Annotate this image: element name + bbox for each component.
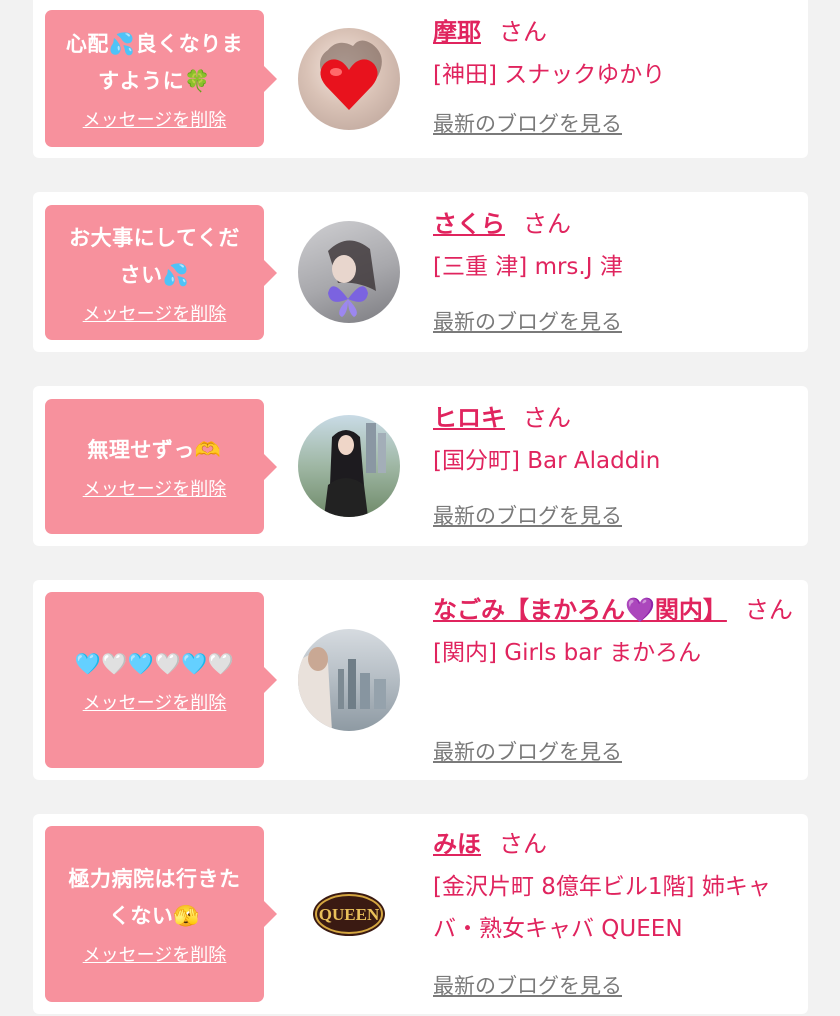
honorific: さん [499, 830, 547, 858]
message-text: 🩵🤍🩵🤍🩵🤍 [75, 646, 235, 683]
heart-sticker-icon [320, 40, 382, 110]
queen-logo-icon: QUEEN [313, 892, 385, 936]
message-line: すように🍀 [98, 68, 211, 93]
message-line: 🩵🤍🩵🤍🩵🤍 [74, 651, 235, 676]
shop-line: バ・熟女キャバ QUEEN [433, 916, 683, 942]
cast-name-link[interactable]: 摩耶 [433, 18, 481, 46]
message-bubble: 極力病院は行きた くない🫣 メッセージを削除 [45, 826, 277, 1002]
cast-name-link[interactable]: みほ [433, 830, 481, 858]
message-line: くない🫣 [108, 904, 201, 928]
shop-name: [三重 津] mrs.J 津 [433, 254, 623, 280]
shop-name: [国分町] Bar Aladdin [433, 448, 661, 474]
queen-logo-text: QUEEN [319, 905, 380, 924]
avatar[interactable] [298, 629, 400, 731]
honorific: さん [499, 18, 547, 46]
name-line: みほ さん [433, 824, 798, 864]
name-line: さくら さん [433, 204, 798, 244]
delete-message-link[interactable]: メッセージを削除 [83, 300, 227, 326]
avatar[interactable]: QUEEN [298, 863, 400, 965]
delete-message-link[interactable]: メッセージを削除 [83, 941, 227, 967]
avatar[interactable] [298, 28, 400, 130]
latest-blog-link[interactable]: 最新のブログを見る [433, 500, 622, 530]
butterfly-sticker-icon [328, 240, 376, 317]
message-card: 🩵🤍🩵🤍🩵🤍 メッセージを削除 なごみ【まかろん💜関内】 さん [関内] Girl… [33, 580, 808, 780]
cast-info: 摩耶 さん [神田] スナックゆかり 最新のブログを見る [433, 12, 798, 136]
shop-line: [金沢片町 8億年ビル1階] 姉キャ [433, 874, 771, 900]
cast-name-link[interactable]: ヒロキ [433, 404, 505, 432]
delete-message-link[interactable]: メッセージを削除 [83, 689, 227, 715]
message-line: 無理せずっ🫶 [87, 438, 222, 462]
cast-info: さくら さん [三重 津] mrs.J 津 最新のブログを見る [433, 204, 798, 334]
cast-info: みほ さん [金沢片町 8億年ビル1階] 姉キャ バ・熟女キャバ QUEEN 最新… [433, 824, 798, 998]
message-bubble: お大事にしてくだ さい💦 メッセージを削除 [45, 205, 277, 340]
message-card: 極力病院は行きた くない🫣 メッセージを削除 QUEEN みほ さん [金沢片町 … [33, 814, 808, 1014]
message-text: 無理せずっ🫶 [87, 432, 221, 469]
cast-info: なごみ【まかろん💜関内】 さん [関内] Girls bar まかろん 最新のブロ… [433, 590, 798, 764]
message-text: 心配💦良くなりま すように🍀 [66, 26, 243, 100]
latest-blog-link[interactable]: 最新のブログを見る [433, 736, 622, 766]
message-bubble: 無理せずっ🫶 メッセージを削除 [45, 399, 277, 534]
delete-message-link[interactable]: メッセージを削除 [83, 475, 227, 501]
honorific: さん [523, 404, 571, 432]
latest-blog-link[interactable]: 最新のブログを見る [433, 108, 622, 138]
message-line: 極力病院は行きた [68, 867, 241, 891]
message-line: 心配💦良くなりま [65, 31, 244, 56]
cast-name-link[interactable]: なごみ【まかろん💜関内】 [433, 596, 727, 624]
shop-name: [神田] スナックゆかり [433, 62, 666, 88]
message-list: 心配💦良くなりま すように🍀 メッセージを削除 摩耶 さん [神田] スナックゆか… [0, 0, 840, 1016]
message-card: お大事にしてくだ さい💦 メッセージを削除 さくら さん [三重 津] mrs.… [33, 192, 808, 352]
name-line: 摩耶 さん [433, 12, 798, 52]
latest-blog-link[interactable]: 最新のブログを見る [433, 970, 622, 1000]
shop-name: [関内] Girls bar まかろん [433, 640, 702, 666]
name-line: ヒロキ さん [433, 398, 798, 438]
name-line: なごみ【まかろん💜関内】 さん [433, 590, 798, 630]
message-text: 極力病院は行きた くない🫣 [69, 861, 241, 935]
shop-name: [金沢片町 8億年ビル1階] 姉キャ バ・熟女キャバ QUEEN [433, 866, 798, 950]
message-card: 無理せずっ🫶 メッセージを削除 ヒロキ さん [国分町] Bar Aladdin … [33, 386, 808, 546]
message-line: さい💦 [119, 262, 190, 287]
cast-name-link[interactable]: さくら [433, 210, 505, 238]
cityscape-photo-icon [298, 647, 386, 731]
cast-info: ヒロキ さん [国分町] Bar Aladdin 最新のブログを見る [433, 398, 798, 528]
message-line: お大事にしてくだ [69, 225, 240, 250]
latest-blog-link[interactable]: 最新のブログを見る [433, 306, 622, 336]
message-text: お大事にしてくだ さい💦 [69, 220, 240, 294]
avatar[interactable] [298, 415, 400, 517]
message-card: 心配💦良くなりま すように🍀 メッセージを削除 摩耶 さん [神田] スナックゆか… [33, 0, 808, 158]
avatar[interactable] [298, 221, 400, 323]
person-photo-icon [324, 423, 386, 517]
message-bubble: 🩵🤍🩵🤍🩵🤍 メッセージを削除 [45, 592, 277, 768]
honorific: さん [744, 596, 793, 624]
message-bubble: 心配💦良くなりま すように🍀 メッセージを削除 [45, 10, 277, 147]
honorific: さん [523, 210, 571, 238]
delete-message-link[interactable]: メッセージを削除 [83, 106, 227, 132]
